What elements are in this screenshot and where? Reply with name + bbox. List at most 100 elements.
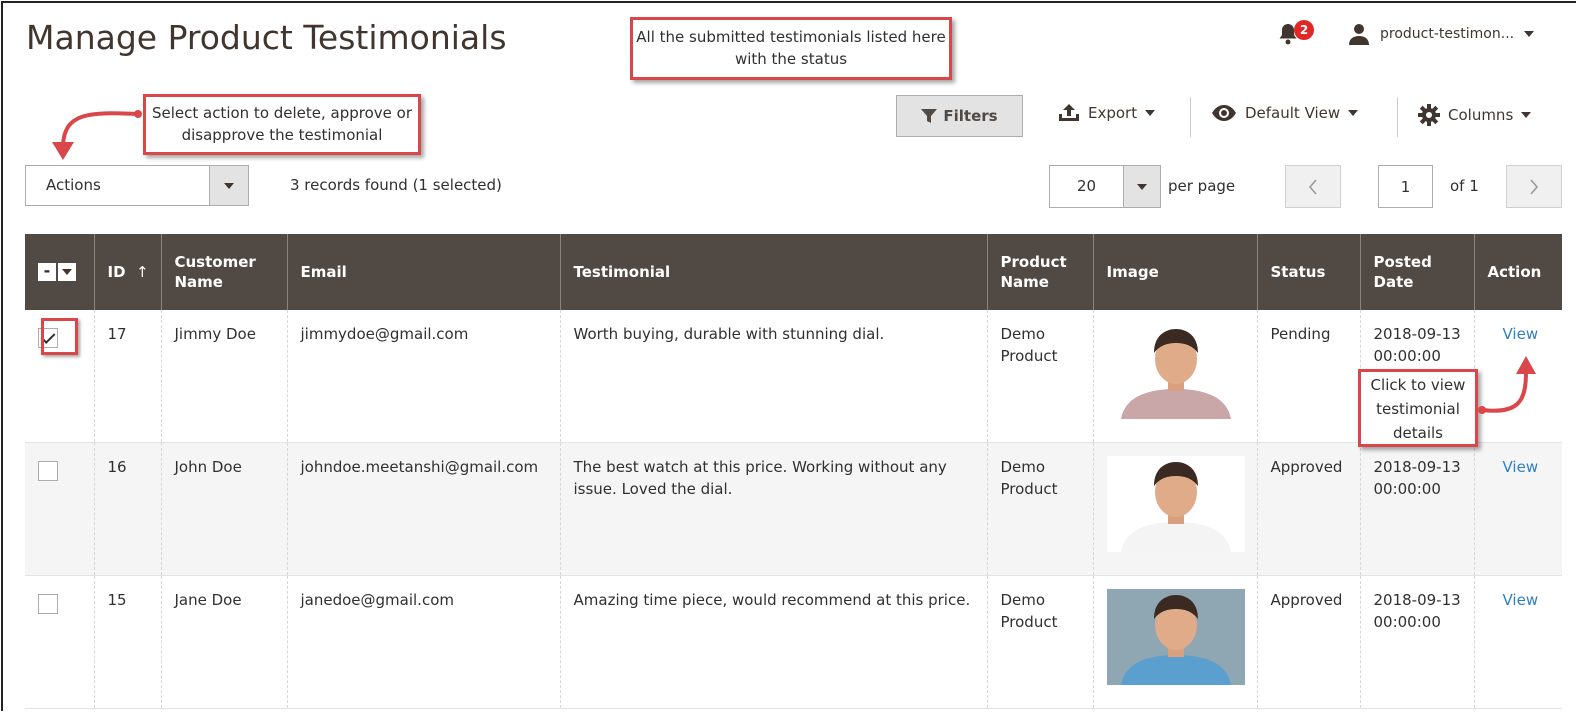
column-header-action: Action [1473,234,1562,310]
columns-button[interactable]: Columns [1418,104,1532,126]
toolbar-divider [1190,97,1191,137]
cell-testimonial: Amazing time piece, would recommend at t… [559,575,987,709]
row-checkbox[interactable] [38,461,58,481]
page-total-label: of 1 [1450,177,1479,195]
cell-customer: John Doe [160,442,287,576]
chevron-down-icon [62,269,72,275]
cell-email: jimmydoe@gmail.com [286,310,560,443]
notification-badge: 2 [1294,20,1314,40]
view-callout-text: Click to view testimonial details [1370,376,1466,442]
checkbox-highlight [41,318,78,355]
customer-photo [1106,589,1245,685]
user-menu[interactable]: product-testimon... [1348,23,1535,45]
cell-status: Approved [1256,442,1360,576]
actions-dropdown[interactable]: Actions [25,165,249,206]
column-header-label: ID [107,263,126,281]
mass-select-dropdown[interactable] [58,263,76,281]
row-select-cell [25,442,94,576]
callout-arrow-icon [52,110,142,160]
filters-label: Filters [943,107,998,125]
column-header-date[interactable]: Posted Date [1359,234,1474,310]
table-row[interactable]: 15 Jane Doe janedoe@gmail.com Amazing ti… [25,575,1562,709]
cell-customer: Jane Doe [160,575,287,709]
export-label: Export [1088,104,1138,122]
sort-ascending-icon: ↑ [136,263,149,281]
status-callout-text: All the submitted testimonials listed he… [636,28,946,68]
mass-select-checkbox[interactable]: - [38,263,56,281]
cell-id: 17 [93,310,161,443]
columns-label: Columns [1448,106,1514,124]
eye-icon [1212,105,1236,121]
gear-icon [1418,104,1440,126]
view-link[interactable]: View [1503,591,1539,609]
export-button[interactable]: Export [1058,104,1156,122]
dropdown-toggle[interactable] [209,166,248,205]
customer-photo [1106,323,1245,419]
chevron-down-icon [1524,31,1535,37]
status-callout: All the submitted testimonials listed he… [630,17,952,80]
cell-action: View [1473,442,1562,576]
per-page-label: per page [1168,177,1236,195]
column-header-email[interactable]: Email [286,234,560,310]
column-header-image[interactable]: Image [1092,234,1257,310]
view-link[interactable]: View [1503,325,1539,343]
cell-product: Demo Product [986,310,1093,443]
cell-date: 2018-09-13 00:00:00 [1359,575,1474,709]
view-callout: Click to view testimonial details [1358,369,1478,447]
cell-product: Demo Product [986,575,1093,709]
per-page-value: 20 [1076,177,1097,195]
column-header-label: Customer Name [174,253,256,291]
row-checkbox[interactable] [38,594,58,614]
grid-header-row: - ID ↑ Customer Name Email Testimonial P… [25,234,1562,310]
table-row[interactable]: 17 Jimmy Doe jimmydoe@gmail.com Worth bu… [25,310,1562,443]
view-link[interactable]: View [1503,458,1539,476]
column-header-label: Posted Date [1373,253,1432,291]
callout-arrow-icon [1478,356,1536,414]
cell-testimonial: Worth buying, durable with stunning dial… [559,310,987,443]
page-number-input[interactable] [1378,165,1433,208]
cell-id: 15 [93,575,161,709]
mass-select-header[interactable]: - [25,234,94,310]
dropdown-toggle[interactable] [1123,166,1160,207]
default-view-button[interactable]: Default View [1211,104,1359,122]
records-count: 3 records found (1 selected) [290,176,502,194]
cell-id: 16 [93,442,161,576]
cell-status: Approved [1256,575,1360,709]
per-page-select[interactable]: 20 [1049,165,1161,208]
row-select-cell [25,575,94,709]
actions-label: Actions [46,176,101,194]
actions-callout-text: Select action to delete, approve or disa… [151,104,413,144]
chevron-down-icon [224,182,234,189]
column-header-label: Image [1106,263,1159,281]
next-page-button[interactable] [1506,165,1562,208]
cell-image [1092,310,1257,443]
page-title: Manage Product Testimonials [26,18,507,57]
filters-button[interactable]: Filters [896,95,1023,137]
cell-email: janedoe@gmail.com [286,575,560,709]
cell-image [1092,575,1257,709]
column-header-label: Product Name [1000,253,1067,291]
default-view-label: Default View [1245,104,1341,122]
cell-date: 2018-09-13 00:00:00 [1359,442,1474,576]
toolbar-divider [1397,97,1398,137]
previous-page-button[interactable] [1285,165,1341,208]
chevron-right-icon [1530,178,1539,195]
chevron-down-icon [1521,112,1532,118]
cell-product: Demo Product [986,442,1093,576]
column-header-product[interactable]: Product Name [986,234,1093,310]
filter-icon [921,109,938,123]
column-header-id[interactable]: ID ↑ [93,234,161,310]
column-header-label: Email [300,263,347,281]
column-header-label: Testimonial [573,263,671,281]
column-header-label: Status [1270,263,1326,281]
chevron-left-icon [1308,178,1317,195]
user-icon [1349,24,1369,45]
table-row[interactable]: 16 John Doe johndoe.meetanshi@gmail.com … [25,442,1562,576]
user-name: product-testimon... [1380,26,1515,42]
column-header-status[interactable]: Status [1256,234,1360,310]
column-header-customer[interactable]: Customer Name [160,234,287,310]
chevron-down-icon [1137,183,1147,190]
cell-customer: Jimmy Doe [160,310,287,443]
mass-select-control[interactable]: - [38,262,78,282]
column-header-testimonial[interactable]: Testimonial [559,234,987,310]
